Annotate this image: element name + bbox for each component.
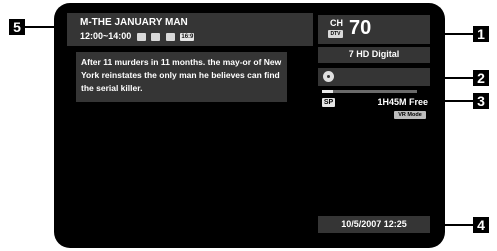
vr-mode-badge: VR Mode xyxy=(394,111,426,119)
audio-icon xyxy=(165,32,175,41)
program-description: After 11 murders in 11 months. the may-o… xyxy=(81,57,282,93)
callout-5: 5 xyxy=(9,19,25,35)
channel-name: 7 HD Digital xyxy=(348,49,400,59)
disc-usage-fill xyxy=(322,90,334,93)
channel-number: 70 xyxy=(349,17,372,39)
program-title: M-THE JANUARY MAN xyxy=(80,17,188,28)
subtitle-icon xyxy=(136,32,146,41)
caption-icon xyxy=(151,32,161,41)
disc-icon xyxy=(323,71,334,82)
program-time-row: 12:00~14:00 16:9 xyxy=(80,31,195,41)
tv-screen: M-THE JANUARY MAN 12:00~14:00 16:9 After… xyxy=(54,3,445,248)
channel-ch-label: CH xyxy=(330,18,343,28)
disc-free-time: 1H45M Free xyxy=(377,97,428,107)
dtv-badge: DTV xyxy=(328,30,343,38)
program-time: 12:00~14:00 xyxy=(80,31,132,41)
aspect-ratio-badge: 16:9 xyxy=(180,32,195,41)
callout-1: 1 xyxy=(473,26,489,42)
current-datetime: 10/5/2007 12:25 xyxy=(341,219,407,229)
callout-2: 2 xyxy=(473,70,489,86)
callout-3: 3 xyxy=(473,93,489,109)
callout-4: 4 xyxy=(473,217,489,233)
recording-mode-badge: SP xyxy=(322,98,335,107)
disc-status-panel xyxy=(318,68,430,86)
disc-usage-bar xyxy=(322,90,417,93)
